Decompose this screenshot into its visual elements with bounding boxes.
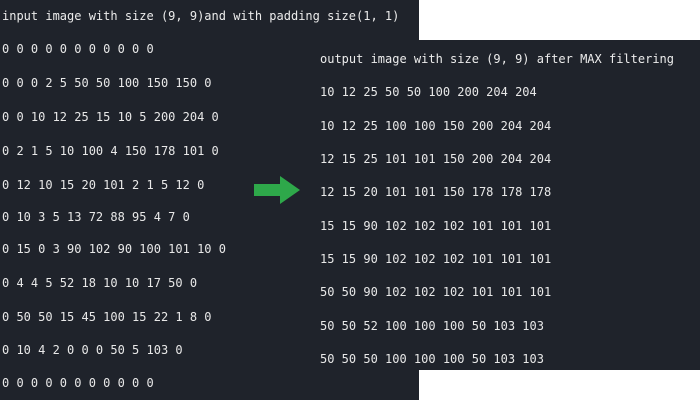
output-row-3: 12 15 25 101 101 150 200 204 204 — [320, 152, 552, 166]
input-row-1: 0 0 0 0 0 0 0 0 0 0 0 — [2, 42, 154, 56]
input-row-2: 0 0 0 2 5 50 50 100 150 150 0 — [2, 76, 212, 90]
output-row-1: 10 12 25 50 50 100 200 204 204 — [320, 85, 537, 99]
output-row-4: 12 15 20 101 101 150 178 178 178 — [320, 185, 552, 199]
input-row-10: 0 10 4 2 0 0 0 50 5 103 0 — [2, 343, 183, 357]
output-image-panel: output image with size (9, 9) after MAX … — [307, 40, 700, 370]
output-row-7: 50 50 90 102 102 102 101 101 101 — [320, 285, 552, 299]
output-row-9: 50 50 50 100 100 100 50 103 103 — [320, 352, 544, 366]
input-row-9: 0 50 50 15 45 100 15 22 1 8 0 — [2, 310, 212, 324]
output-row-8: 50 50 52 100 100 100 50 103 103 — [320, 319, 544, 333]
input-row-11: 0 0 0 0 0 0 0 0 0 0 0 — [2, 376, 154, 390]
input-row-3: 0 0 10 12 25 15 10 5 200 204 0 — [2, 110, 219, 124]
output-row-5: 15 15 90 102 102 102 101 101 101 — [320, 219, 552, 233]
input-row-7: 0 15 0 3 90 102 90 100 101 10 0 — [2, 242, 226, 256]
input-row-6: 0 10 3 5 13 72 88 95 4 7 0 — [2, 210, 190, 224]
output-row-6: 15 15 90 102 102 102 101 101 101 — [320, 252, 552, 266]
output-row-2: 10 12 25 100 100 150 200 204 204 — [320, 119, 552, 133]
right-arrow-icon — [254, 176, 300, 204]
input-row-8: 0 4 4 5 52 18 10 10 17 50 0 — [2, 276, 198, 290]
output-image-title: output image with size (9, 9) after MAX … — [320, 52, 675, 66]
input-image-title: input image with size (9, 9)and with pad… — [2, 9, 400, 23]
input-row-4: 0 2 1 5 10 100 4 150 178 101 0 — [2, 144, 219, 158]
input-row-5: 0 12 10 15 20 101 2 1 5 12 0 — [2, 178, 205, 192]
